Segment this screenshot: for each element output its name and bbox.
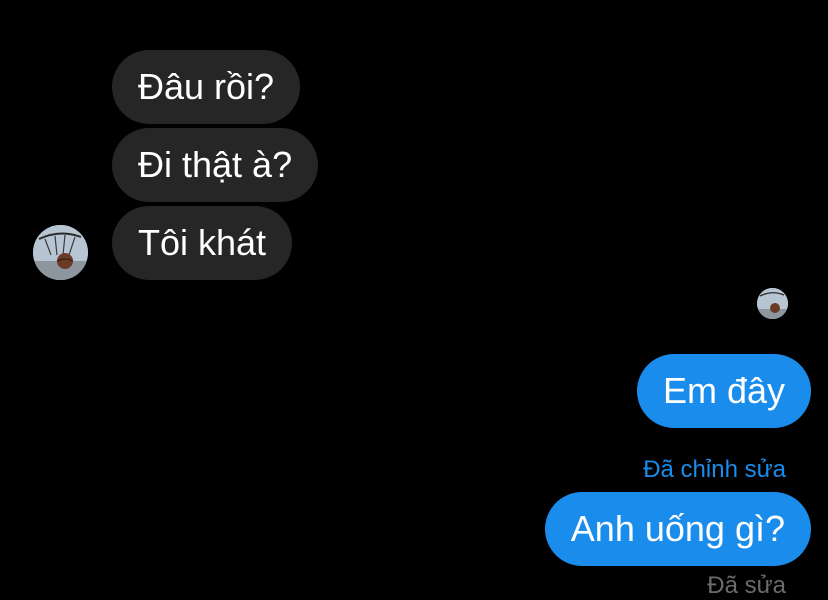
message-text: Tôi khát xyxy=(138,222,267,263)
message-text: Em đây xyxy=(662,370,785,411)
incoming-message-2[interactable]: Đi thật à? xyxy=(112,128,319,202)
edited-label[interactable]: Đã chỉnh sửa xyxy=(643,456,786,484)
message-status-label: Đã sửa xyxy=(707,572,786,599)
outgoing-message-2[interactable]: Anh uống gì? xyxy=(544,492,811,566)
message-text: Đâu rồi? xyxy=(138,66,275,107)
outgoing-message-1[interactable]: Em đây xyxy=(636,354,811,428)
message-text: Đi thật à? xyxy=(138,144,293,185)
sender-avatar[interactable] xyxy=(33,225,88,280)
basketball-hoop-icon xyxy=(33,225,88,280)
incoming-message-1[interactable]: Đâu rồi? xyxy=(112,50,301,124)
incoming-message-3[interactable]: Tôi khát xyxy=(112,206,293,280)
basketball-hoop-icon xyxy=(757,288,788,319)
seen-avatar xyxy=(757,288,788,319)
message-text: Anh uống gì? xyxy=(570,508,785,549)
